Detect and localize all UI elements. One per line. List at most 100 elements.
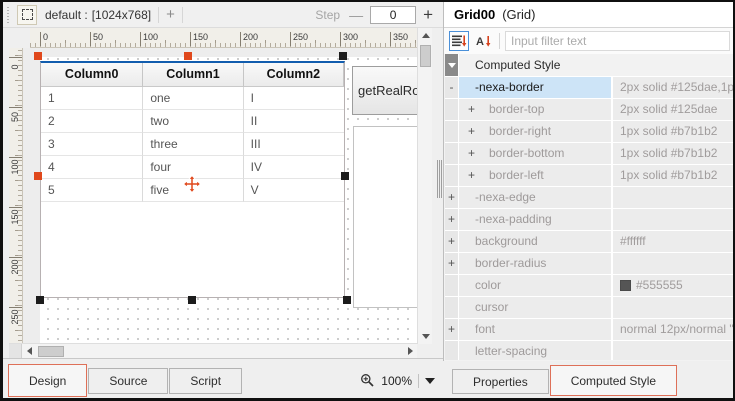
selection-handle-top-right[interactable] — [339, 52, 347, 60]
editor-tab-bar: DesignSourceScript 100% — [3, 358, 443, 398]
prop-value[interactable] — [613, 187, 733, 208]
target-device-label: default : — [45, 8, 88, 22]
prop-value[interactable]: 1px solid #b7b1b2 — [613, 121, 733, 142]
prop-row-letter-spacing[interactable]: letter-spacing — [445, 341, 733, 360]
selection-handle-bottom-right[interactable] — [343, 296, 351, 304]
prop-row-color[interactable]: color#555555 — [445, 275, 733, 296]
prop-value[interactable]: 2px solid #125dae,1px s — [613, 77, 733, 98]
add-target-button[interactable]: + — [166, 7, 175, 22]
prop-row-font[interactable]: +fontnormal 12px/normal " — [445, 319, 733, 340]
selection-handle-bottom-center[interactable] — [188, 296, 196, 304]
expander-icon[interactable]: + — [445, 209, 458, 230]
tab-design[interactable]: Design — [8, 364, 87, 397]
prop-name: letter-spacing — [475, 344, 547, 358]
alphabetical-sort-button[interactable]: A — [474, 31, 494, 51]
selection-handle-top-left[interactable] — [34, 52, 42, 60]
prop-value[interactable] — [613, 341, 733, 360]
zoom-level-label[interactable]: 100% — [381, 374, 412, 388]
grid-column-header[interactable]: Column1 — [143, 63, 243, 87]
toolbar-separator — [182, 7, 183, 23]
grid-column-header[interactable]: Column0 — [41, 63, 143, 87]
prop-value[interactable] — [613, 253, 733, 274]
expander-icon[interactable]: + — [445, 231, 458, 252]
grid-header-row: Column0Column1Column2 — [41, 63, 344, 87]
tab-properties[interactable]: Properties — [452, 369, 549, 394]
pane-splitter[interactable] — [437, 160, 442, 198]
sort-alphabetical-icon: A — [475, 33, 493, 49]
grid-data-row[interactable]: 3threeIII — [41, 133, 344, 156]
prop-value[interactable] — [613, 209, 733, 230]
grid-data-row[interactable]: 1oneI — [41, 87, 344, 110]
prop-row-border-left[interactable]: +border-left1px solid #b7b1b2 — [445, 165, 733, 186]
grid-data-row[interactable]: 2twoII — [41, 110, 344, 133]
prop-value[interactable]: 1px solid #b7b1b2 — [613, 165, 733, 186]
tab-script[interactable]: Script — [169, 368, 242, 394]
expander-icon[interactable]: + — [445, 253, 458, 274]
grid-column-header[interactable]: Column2 — [244, 63, 344, 87]
selection-handle-bottom-left[interactable] — [36, 296, 44, 304]
property-filter-input[interactable] — [505, 31, 730, 51]
zoom-magnifier-icon[interactable] — [360, 373, 375, 388]
selection-handle-mid-left[interactable] — [34, 172, 42, 180]
prop-value[interactable]: normal 12px/normal " — [613, 319, 733, 340]
scroll-down-button[interactable] — [418, 329, 433, 344]
expander-icon[interactable]: + — [445, 187, 458, 208]
prop-row-nexa-border[interactable]: --nexa-border2px solid #125dae,1px s — [445, 77, 733, 98]
scroll-up-button[interactable] — [418, 28, 433, 43]
component-name-label: Grid00 — [454, 7, 495, 22]
prop-value-text: 2px solid #125dae — [620, 99, 717, 120]
prop-row-background[interactable]: +background#ffffff — [445, 231, 733, 252]
prop-value[interactable]: #ffffff — [613, 231, 733, 252]
canvas-vertical-scrollbar[interactable] — [417, 28, 432, 344]
component-box[interactable] — [353, 126, 417, 308]
step-value-input[interactable] — [370, 6, 416, 24]
zoom-dropdown-icon[interactable] — [425, 378, 435, 384]
expander-icon[interactable]: + — [468, 165, 475, 186]
expander-icon[interactable]: - — [445, 77, 458, 98]
expander-icon[interactable]: + — [445, 319, 458, 340]
prop-row-cursor[interactable]: cursor — [445, 297, 733, 318]
prop-row-border-right[interactable]: + border-right 1px solid #b7b1b2 — [445, 121, 733, 142]
prop-row-border-radius[interactable]: +border-radius — [445, 253, 733, 274]
prop-row-nexa-padding[interactable]: +-nexa-padding — [445, 209, 733, 230]
scroll-left-button[interactable] — [22, 344, 37, 359]
expander-icon[interactable]: + — [468, 121, 475, 142]
select-tool-button[interactable] — [17, 5, 37, 25]
zoom-separator — [418, 374, 419, 388]
design-canvas[interactable]: Column0Column1Column21oneI2twoII3threeII… — [23, 48, 417, 343]
prop-value[interactable]: 2px solid #125dae — [613, 99, 733, 120]
target-resolution-label: [1024x768] — [92, 8, 151, 22]
prop-row-border-top[interactable]: +border-top2px solid #125dae — [445, 99, 733, 120]
expander-icon[interactable]: + — [468, 143, 475, 164]
prop-value[interactable]: #555555 — [613, 275, 733, 296]
expander-icon[interactable]: + — [468, 99, 475, 120]
getrealrow-button[interactable]: getRealRo — [352, 66, 417, 115]
toolbar-grip[interactable] — [6, 7, 11, 23]
selection-handle-mid-right[interactable] — [341, 172, 349, 180]
gutter-cell — [445, 165, 458, 186]
prop-row-nexa-edge[interactable]: +-nexa-edge — [445, 187, 733, 208]
selection-handle-top-center[interactable] — [184, 52, 192, 60]
prop-name: border-right — [489, 124, 551, 138]
grid-cell: III — [244, 133, 344, 156]
canvas-horizontal-scrollbar[interactable] — [9, 343, 417, 358]
grid-cell: 5 — [41, 179, 143, 202]
prop-value-text: 1px solid #b7b1b2 — [620, 165, 717, 186]
vertical-scroll-thumb[interactable] — [420, 45, 431, 67]
view-dropdown-button[interactable] — [445, 54, 458, 76]
prop-row-border-bottom[interactable]: +border-bottom1px solid #b7b1b2 — [445, 143, 733, 164]
gutter-cell — [445, 99, 458, 120]
prop-value-text: normal 12px/normal " — [620, 319, 733, 340]
categorized-view-button[interactable] — [449, 31, 469, 51]
step-decrement-button[interactable]: — — [349, 7, 363, 23]
arrow-right-icon[interactable] — [408, 347, 413, 355]
tab-source[interactable]: Source — [88, 368, 168, 394]
tab-computed-style[interactable]: Computed Style — [550, 365, 677, 396]
horizontal-scroll-thumb[interactable] — [38, 346, 64, 357]
step-increment-button[interactable]: + — [423, 6, 433, 23]
filter-bar: A — [444, 28, 733, 54]
view-title: Computed Style — [459, 54, 733, 76]
prop-value[interactable]: 1px solid #b7b1b2 — [613, 143, 733, 164]
selection-rect-icon — [22, 9, 33, 20]
prop-value[interactable] — [613, 297, 733, 318]
